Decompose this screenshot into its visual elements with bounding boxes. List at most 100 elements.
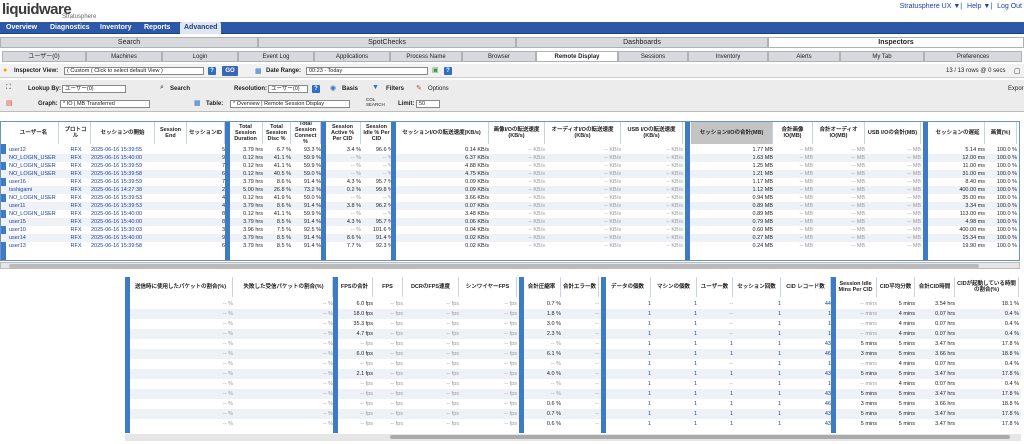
table-cell[interactable]: 1	[733, 379, 781, 389]
table-cell[interactable]: 1	[733, 419, 781, 429]
column-header[interactable]: シンワイヤーFPS	[459, 277, 517, 297]
subtab-sessions[interactable]: Sessions	[618, 51, 688, 62]
table-cell[interactable]: 1	[605, 379, 651, 389]
table-cell[interactable]: 43	[781, 409, 831, 419]
subtab-machines[interactable]: Machines	[86, 51, 162, 62]
resolution-help-icon[interactable]: ?	[312, 85, 320, 93]
table-cell[interactable]: 1	[651, 369, 697, 379]
search-icon[interactable]: ⌕	[160, 84, 164, 92]
table-row[interactable]: user13 RFX 2025-06-16 15:39:58 6 3.79 hrs 8.5…	[1, 242, 1019, 250]
column-header[interactable]: CID平均分数	[877, 277, 915, 297]
table-cell[interactable]: 1	[733, 339, 781, 349]
help-link[interactable]: Help ▼	[967, 3, 990, 10]
table-row[interactable]: -- % -- % 4.7 fps -- fps -- fps -- fps 2.3 % --…	[125, 329, 1021, 339]
table-cell[interactable]: 1	[651, 349, 697, 359]
table-row[interactable]: -- % -- % 35.3 fps -- fps -- fps -- fps 3.0 % -…	[125, 319, 1021, 329]
user-name-link[interactable]: user15	[9, 218, 59, 226]
table-cell[interactable]: 1	[651, 319, 697, 329]
subtab-event-log[interactable]: Event Log	[238, 51, 314, 62]
table-cell[interactable]: 1	[733, 349, 781, 359]
column-header[interactable]: セッションI/Oの転送速度(KB/s)	[395, 122, 489, 144]
table-select[interactable]: * Overview | Remote Session Display	[230, 100, 350, 108]
table-row[interactable]: -- % -- % -- fps -- fps -- fps -- fps -- % -- 1 1…	[125, 339, 1021, 349]
table-cell[interactable]: 1	[781, 379, 831, 389]
column-header[interactable]: ユーザー数	[697, 277, 733, 297]
column-header[interactable]: マシンの個数	[651, 277, 697, 297]
table-cell[interactable]: 2025-06-16 15:40:00	[91, 218, 155, 226]
go-button[interactable]: GO	[222, 66, 238, 76]
resolution-select[interactable]: ユーザー(0)	[268, 85, 308, 93]
table-cell[interactable]: 43	[781, 389, 831, 399]
table-cell[interactable]: 1	[733, 389, 781, 399]
nav-overview[interactable]: Overview	[6, 24, 37, 31]
table-row[interactable]: -- % -- % -- fps -- fps -- fps -- fps 0.6 % -- 1…	[125, 399, 1021, 409]
options-button[interactable]: Options	[428, 86, 449, 92]
user-name-link[interactable]: user13	[9, 242, 59, 250]
filters-button[interactable]: Filters	[386, 86, 404, 92]
add-date-icon[interactable]: ▣	[432, 66, 439, 74]
table-cell[interactable]: 1	[651, 409, 697, 419]
subtab-preferences[interactable]: Preferences	[924, 51, 1022, 62]
table-cell[interactable]: 1	[697, 389, 733, 399]
table-cell[interactable]: 2025-06-16 15:40:00	[91, 154, 155, 162]
table-cell[interactable]: 1	[651, 389, 697, 399]
table-cell[interactable]: 1	[733, 409, 781, 419]
table-cell[interactable]: 1	[733, 319, 781, 329]
column-header[interactable]: Total Session Disc %	[263, 122, 291, 144]
tab-spotchecks[interactable]: SpotChecks	[258, 37, 516, 48]
table-cell[interactable]: 1	[605, 419, 651, 429]
tab-dashboards[interactable]: Dashboards	[516, 37, 768, 48]
table-row[interactable]: NO_LOGIN_USER RFX 2025-06-16 15:39:53 4 0.12…	[1, 194, 1019, 202]
basis-icon[interactable]: ◉	[330, 84, 336, 92]
table-row[interactable]: user10 RFX 2025-06-16 15:30:03 3 3.96 hrs 7.5…	[1, 226, 1019, 234]
table-cell[interactable]: 1	[781, 309, 831, 319]
table-cell[interactable]: 1	[651, 329, 697, 339]
table-cell[interactable]: 43	[781, 419, 831, 429]
table-row[interactable]: NO_LOGIN_USER RFX 2025-06-16 15:39:59 7 0.12…	[1, 162, 1019, 170]
nav-reports[interactable]: Reports	[144, 24, 170, 31]
user-name-link[interactable]: user16	[9, 178, 59, 186]
lookup-select[interactable]: ユーザー(0)	[62, 85, 126, 93]
subtab-browser[interactable]: Browser	[462, 51, 536, 62]
table-cell[interactable]: 2025-06-16 15:39:59	[91, 178, 155, 186]
subtab-my-tab[interactable]: My Tab	[840, 51, 924, 62]
column-header[interactable]: 合計圧縮率	[523, 277, 561, 297]
table-cell[interactable]: 1	[781, 359, 831, 369]
table-cell[interactable]: 1	[605, 339, 651, 349]
logout-link[interactable]: Log Out	[997, 3, 1022, 10]
table-cell[interactable]: 1	[651, 419, 697, 429]
column-header[interactable]: 合計画像IO(MB)	[773, 122, 813, 144]
table-cell[interactable]: 2025-06-16 15:40:00	[91, 234, 155, 242]
table-cell[interactable]: 1	[733, 369, 781, 379]
table-row[interactable]: user16 RFX 2025-06-16 15:39:59 7 3.79 hrs 8.6…	[1, 178, 1019, 186]
table-row[interactable]: -- % -- % 18.0 fps -- fps -- fps -- fps 1.8 % -…	[125, 309, 1021, 319]
table-cell[interactable]: 43	[781, 369, 831, 379]
table-row[interactable]: -- % -- % 2.1 fps -- fps -- fps -- fps 4.0 % --…	[125, 369, 1021, 379]
table-row[interactable]: NO_LOGIN_USER RFX 2025-06-16 15:40:00 9 0.12…	[1, 154, 1019, 162]
column-header[interactable]: CID レコード数	[781, 277, 831, 297]
product-menu-link[interactable]: Stratusphere UX ▼	[900, 3, 961, 10]
table-cell[interactable]: 1	[697, 419, 733, 429]
column-header[interactable]: Total Session Connect %	[291, 122, 321, 144]
table-cell[interactable]: 1	[697, 409, 733, 419]
column-header[interactable]: セッションID	[187, 122, 225, 144]
inspector-view-help-icon[interactable]: ?	[208, 67, 216, 75]
table-row[interactable]: -- % -- % -- fps -- fps -- fps -- fps -- % -- 1 1…	[125, 359, 1021, 369]
session-table-scrollbar[interactable]	[0, 262, 1020, 269]
table-cell[interactable]: 1	[697, 349, 733, 359]
table-cell[interactable]: 1	[605, 389, 651, 399]
column-header[interactable]: 画像I/Oの転送速度(KB/s)	[489, 122, 545, 144]
column-header[interactable]: Total Session Duration	[229, 122, 263, 144]
table-row[interactable]: -- % -- % -- fps -- fps -- fps -- fps -- % -- 1 1…	[125, 389, 1021, 399]
user-name-link[interactable]: NO_LOGIN_USER	[9, 170, 59, 178]
column-header[interactable]: 合計CID時間	[915, 277, 955, 297]
table-cell[interactable]: 1	[697, 369, 733, 379]
column-header[interactable]: ユーザー名	[9, 122, 59, 144]
table-cell[interactable]: 2025-06-16 15:39:59	[91, 162, 155, 170]
subtab-users[interactable]: ユーザー(0)	[2, 51, 86, 62]
table-cell[interactable]: 1	[605, 359, 651, 369]
column-header[interactable]: CIDが起動している時間の割合(%)	[955, 277, 1019, 297]
column-header[interactable]: Session Active % Per CID	[325, 122, 361, 144]
column-header[interactable]: データの個数	[605, 277, 651, 297]
table-cell[interactable]: 1	[697, 399, 733, 409]
